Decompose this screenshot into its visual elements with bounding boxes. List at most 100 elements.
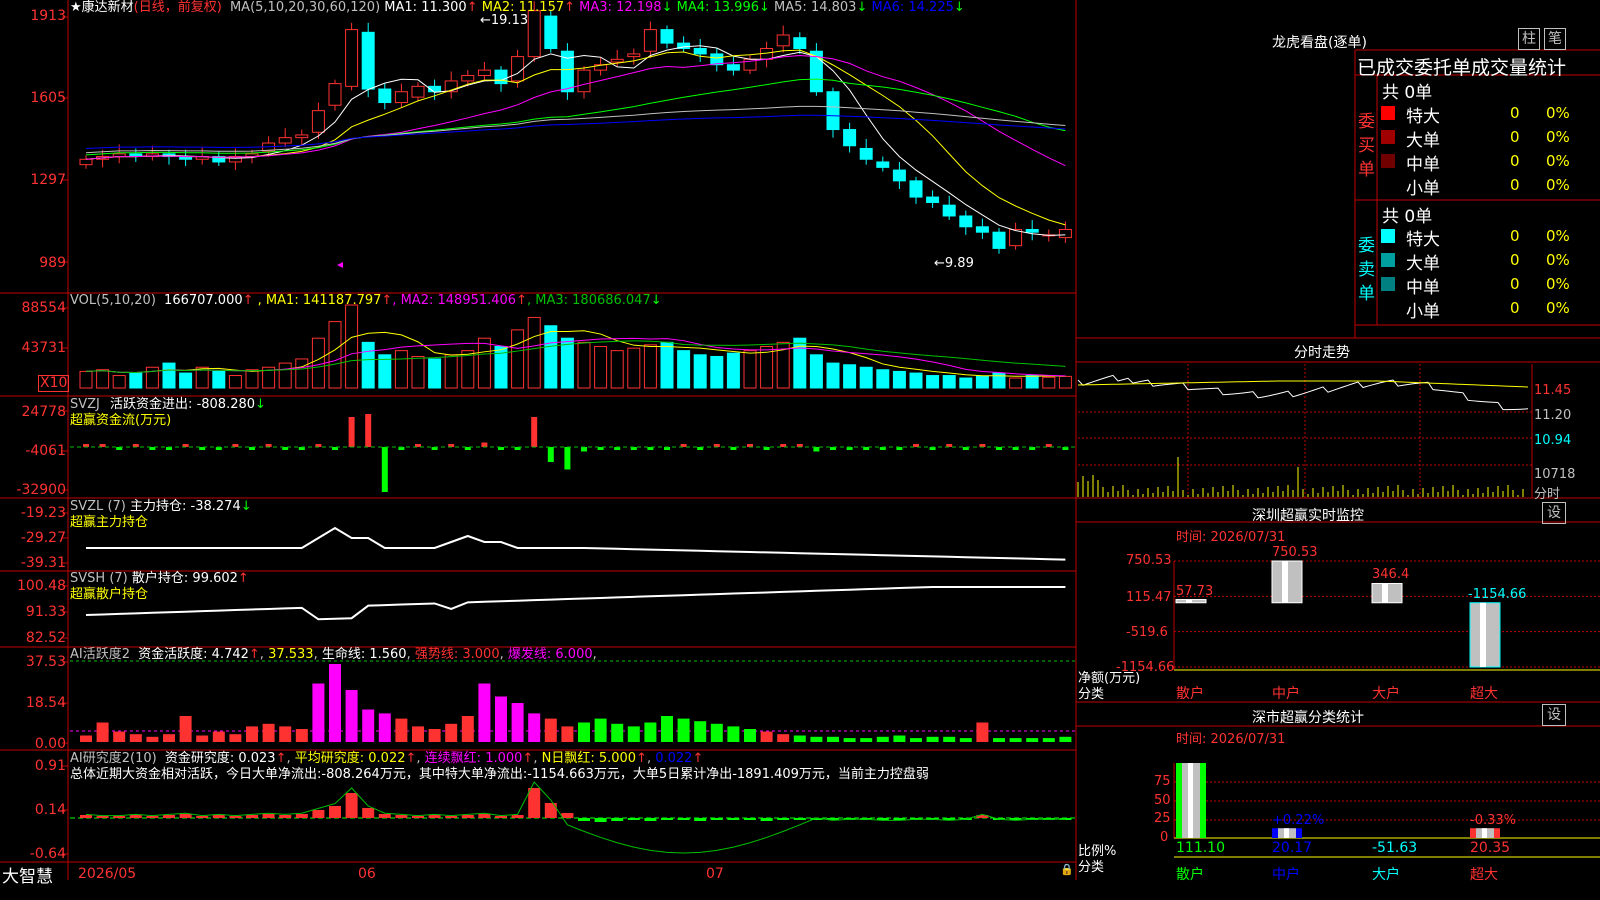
ma4-value: 13.996 — [713, 0, 760, 15]
sell-label-0: 特大 — [1406, 230, 1440, 250]
buy-count-2: 0 — [1510, 152, 1520, 170]
ai2-name: AI研究度2(10) — [70, 751, 157, 766]
ma6-label: MA6: — [867, 0, 909, 15]
volume-bar — [809, 354, 823, 389]
svzl-param: (7) — [107, 499, 126, 514]
ma3-line — [85, 54, 1066, 167]
ai2-y-0: 0.91 — [34, 758, 66, 774]
svsh-header: SVSH (7) 散户持仓: 99.602↑ 超赢散户持仓 — [70, 571, 249, 603]
vol-ma3-value: 180686.047 — [572, 293, 651, 308]
ma1-line — [85, 45, 1066, 236]
vol-unit-label: X10 — [38, 375, 70, 392]
ai2-bar — [395, 815, 408, 818]
classify-cat-3: 超大 — [1470, 867, 1498, 883]
ai2-bar — [129, 815, 142, 818]
ai1-bar — [677, 718, 690, 742]
bar-view-button[interactable]: 柱 — [1518, 28, 1540, 50]
ai1-bar — [445, 723, 458, 742]
ai1-bar — [661, 716, 673, 742]
ma5-label: MA5: — [769, 0, 811, 15]
buy-label-2: 中单 — [1406, 155, 1440, 175]
volume-bar — [677, 350, 691, 389]
vol-ma3-line — [85, 340, 1066, 373]
ma1-label: MA1: — [384, 0, 422, 15]
volume-bar — [79, 370, 93, 389]
svzl-name: SVZL — [70, 499, 104, 514]
candle-body — [627, 53, 641, 58]
volume-bar — [1025, 375, 1039, 389]
volume-bar — [295, 358, 309, 389]
classify-time: 时间: 2026/07/31 — [1176, 732, 1286, 747]
ai2-bar — [744, 818, 756, 820]
candle-body — [843, 129, 857, 147]
ai2-bar — [295, 814, 308, 818]
svzl-y-1: -29.27 — [20, 530, 66, 546]
ai2-bar — [694, 818, 707, 821]
monitor-y-2: -519.6 — [1126, 625, 1168, 640]
monitor-cat-0: 散户 — [1176, 686, 1204, 702]
ai2-bar — [96, 816, 109, 818]
vol-ma2-label: , MA2: — [392, 293, 438, 308]
monitor-value-0: 57.73 — [1176, 583, 1214, 599]
sell-count-2: 0 — [1510, 275, 1520, 293]
sell-count-0: 0 — [1510, 227, 1520, 245]
candle-body — [461, 75, 475, 82]
volume-bar — [527, 316, 541, 389]
svzj-bar — [581, 447, 587, 452]
buy-count-1: 0 — [1510, 128, 1520, 146]
volume-bar — [843, 364, 857, 389]
svzj-bar — [481, 442, 488, 447]
ai2-bar — [378, 814, 391, 818]
ai2-bars — [80, 788, 1072, 822]
lhb-title: 龙虎看盘(逐单) — [1272, 35, 1367, 51]
vol-y-0: 88554 — [21, 300, 66, 316]
favorite-star-icon[interactable]: ★ — [70, 0, 82, 15]
ai1-bar — [262, 723, 275, 742]
volume-bar — [411, 355, 425, 389]
classify-settings-button[interactable]: 设 — [1542, 704, 1566, 726]
volume-bar — [361, 341, 375, 389]
ai2-bar — [461, 815, 474, 818]
ai1-bar — [727, 726, 740, 742]
candle-body — [793, 37, 807, 50]
candle-body — [544, 15, 558, 50]
ai1-burst: 6.000 — [555, 647, 593, 662]
lock-icon[interactable]: 🔒 — [1060, 863, 1074, 876]
svsh-y-1: 91.33 — [25, 604, 66, 620]
sell-label-1: 大单 — [1406, 254, 1440, 274]
ma-param-label: MA(5,10,20,30,60,120) — [229, 0, 381, 15]
vol-ma3-label: , MA3: — [526, 293, 573, 308]
candle-body — [378, 88, 392, 104]
ai1-arrow: ↑ — [248, 647, 260, 662]
candle-body — [926, 196, 940, 203]
volume-bar — [311, 337, 325, 389]
ai1-bar — [196, 735, 209, 742]
period-label[interactable]: (日线，前复权) — [134, 0, 222, 15]
ma1-value: 11.300 — [421, 0, 467, 15]
volume-bar — [544, 325, 558, 389]
monitor-cat-1: 中户 — [1272, 686, 1300, 702]
buy-swatch-1 — [1381, 130, 1395, 144]
volume-bar — [710, 355, 724, 389]
ai1-bar — [760, 731, 773, 742]
ai1-bar — [777, 734, 790, 742]
monitor-y-0: 750.53 — [1126, 553, 1172, 568]
candles — [79, 1, 1072, 254]
sell-label-3: 小单 — [1406, 302, 1440, 322]
volume-bar — [726, 352, 740, 389]
buy-swatch-0 — [1381, 106, 1395, 120]
tick-view-button[interactable]: 笔 — [1544, 28, 1566, 50]
candle-body — [693, 48, 707, 55]
ai1-bar — [461, 716, 474, 742]
ai1-bar — [893, 735, 906, 742]
ai2-header: AI研究度2(10) 资金研究度: 0.023↑, 平均研究度: 0.022↑,… — [70, 751, 929, 782]
monitor-settings-button[interactable]: 设 — [1542, 502, 1566, 524]
ai1-strong: 3.000 — [462, 647, 500, 662]
buy-pct-0: 0% — [1546, 104, 1570, 122]
ma4-label: MA4: — [672, 0, 714, 15]
ai2-bar — [229, 816, 242, 818]
buy-pct-1: 0% — [1546, 128, 1570, 146]
monitor-value-1: 750.53 — [1272, 545, 1318, 560]
svzj-name: SVZJ — [70, 397, 100, 412]
svzj-bar — [348, 417, 355, 447]
